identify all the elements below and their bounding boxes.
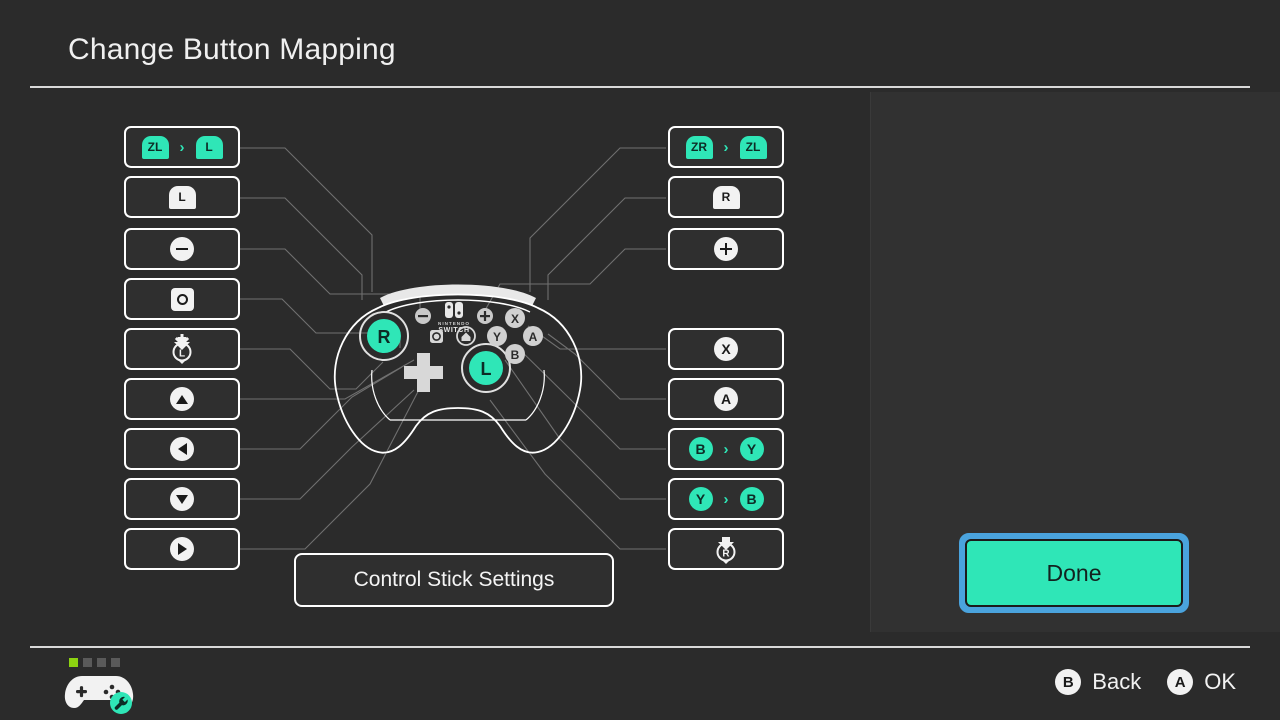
done-button-selection-ring: Done bbox=[959, 533, 1189, 613]
mapping-row-y-mapped-to-b[interactable]: Y › B bbox=[668, 478, 784, 520]
change-button-mapping-screen: Change Button Mapping R L NINTENDO SWITC… bbox=[0, 0, 1280, 720]
dpad-down-icon bbox=[170, 487, 194, 511]
mapping-row-a-button[interactable]: A bbox=[668, 378, 784, 420]
svg-text:B: B bbox=[511, 348, 520, 362]
player-led-2 bbox=[83, 658, 92, 667]
mapping-row-x-button[interactable]: X bbox=[668, 328, 784, 370]
player-led-1 bbox=[69, 658, 78, 667]
glyph-l: L bbox=[195, 135, 223, 159]
dpad-right-icon bbox=[170, 537, 194, 561]
glyph-zl: ZL bbox=[739, 135, 767, 159]
player-led-indicator bbox=[69, 658, 120, 667]
controller-status-icon bbox=[64, 676, 134, 714]
pro-controller-illustration: R L NINTENDO SWITCH X Y A B bbox=[333, 284, 583, 454]
control-stick-settings-button[interactable]: Control Stick Settings bbox=[294, 553, 614, 607]
mapping-row-dpad-left[interactable] bbox=[124, 428, 240, 470]
button-hints: B Back A OK bbox=[1055, 669, 1236, 695]
svg-text:X: X bbox=[511, 312, 519, 326]
minus-icon bbox=[170, 237, 194, 261]
mapping-row-dpad-up[interactable] bbox=[124, 378, 240, 420]
glyph-zl: ZL bbox=[141, 135, 169, 159]
glyph-b: B bbox=[688, 437, 713, 461]
mapping-row-l-button[interactable]: L bbox=[124, 176, 240, 218]
glyph-y: Y bbox=[739, 437, 764, 461]
svg-text:L: L bbox=[481, 359, 492, 379]
mapping-row-dpad-right[interactable] bbox=[124, 528, 240, 570]
mapping-arrow: › bbox=[723, 138, 729, 156]
svg-text:L: L bbox=[179, 349, 185, 360]
mapping-row-zr-mapped-to-zl[interactable]: ZR › ZL bbox=[668, 126, 784, 168]
left-stick-press-icon: L bbox=[172, 334, 192, 364]
mapping-row-dpad-down[interactable] bbox=[124, 478, 240, 520]
svg-text:R: R bbox=[722, 549, 730, 560]
hint-ok-label: OK bbox=[1204, 669, 1236, 694]
mapping-row-zl-mapped-to-l[interactable]: ZL › L bbox=[124, 126, 240, 168]
control-stick-settings-label: Control Stick Settings bbox=[353, 568, 555, 591]
a-button-icon: A bbox=[1167, 669, 1194, 695]
capture-icon bbox=[170, 287, 194, 311]
svg-text:NINTENDO: NINTENDO bbox=[438, 321, 470, 326]
glyph-y: Y bbox=[688, 487, 713, 511]
dpad-left-icon bbox=[170, 437, 194, 461]
svg-text:Y: Y bbox=[493, 330, 501, 344]
mapping-arrow: › bbox=[723, 440, 729, 458]
svg-text:A: A bbox=[529, 330, 538, 344]
glyph-x: X bbox=[714, 337, 738, 361]
hint-back-label: Back bbox=[1092, 669, 1142, 694]
glyph-zr: ZR bbox=[685, 135, 713, 159]
mapping-row-minus-button[interactable] bbox=[124, 228, 240, 270]
glyph-b: B bbox=[739, 487, 764, 511]
mapping-row-right-stick-press[interactable]: R bbox=[668, 528, 784, 570]
mapping-row-b-mapped-to-y[interactable]: B › Y bbox=[668, 428, 784, 470]
svg-text:SWITCH: SWITCH bbox=[438, 327, 469, 334]
b-button-icon: B bbox=[1055, 669, 1082, 695]
player-led-4 bbox=[111, 658, 120, 667]
glyph-l: L bbox=[168, 185, 196, 209]
mapping-arrow: › bbox=[179, 138, 185, 156]
done-button[interactable]: Done bbox=[965, 539, 1183, 607]
glyph-a: A bbox=[714, 387, 738, 411]
plus-icon bbox=[714, 237, 738, 261]
done-button-label: Done bbox=[1046, 559, 1102, 586]
dpad-up-icon bbox=[170, 387, 194, 411]
right-stick-press-icon: R bbox=[716, 537, 736, 564]
mapping-row-left-stick-press[interactable]: L bbox=[124, 328, 240, 370]
mapping-row-capture-button[interactable] bbox=[124, 278, 240, 320]
hint-ok[interactable]: A OK bbox=[1167, 669, 1236, 695]
hint-back[interactable]: B Back bbox=[1055, 669, 1141, 695]
mapping-arrow: › bbox=[723, 490, 729, 508]
mapping-row-plus-button[interactable] bbox=[668, 228, 784, 270]
svg-text:R: R bbox=[378, 327, 391, 347]
player-led-3 bbox=[97, 658, 106, 667]
glyph-r: R bbox=[712, 185, 740, 209]
mapping-row-r-button[interactable]: R bbox=[668, 176, 784, 218]
